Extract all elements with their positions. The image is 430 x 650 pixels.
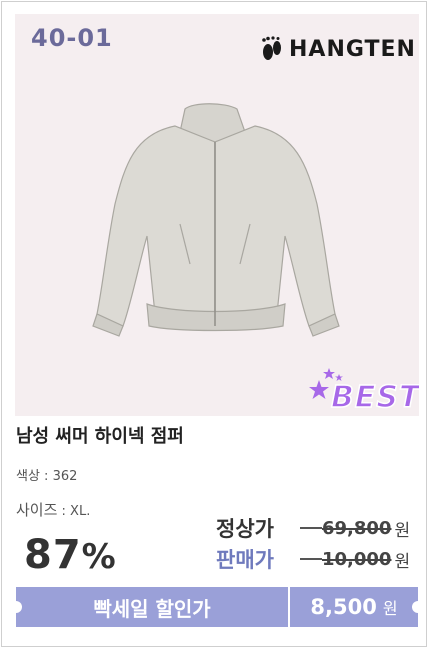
best-badge: BEST	[307, 366, 419, 416]
discount-rate: 87%	[24, 532, 117, 578]
regular-price-row: 정상가 69,800 원	[216, 513, 410, 543]
best-label: BEST	[330, 379, 419, 416]
size-value: : XL.	[57, 504, 91, 519]
size-label: 사이즈	[16, 501, 58, 519]
dash-divider	[300, 558, 322, 560]
promo-amount: 8,500	[310, 595, 377, 619]
sale-price-label: 판매가	[216, 548, 274, 572]
jacket-illustration	[92, 103, 340, 337]
notch-right	[412, 601, 424, 613]
dash-divider	[300, 527, 322, 529]
regular-price-currency: 원	[394, 520, 411, 541]
regular-price-label: 정상가	[216, 517, 274, 541]
product-title[interactable]: 남성 써머 하이넥 점퍼	[16, 422, 184, 448]
promo-price-bar[interactable]: 빡세일 할인가 8,500 원	[10, 587, 424, 627]
promo-label: 빡세일 할인가	[93, 596, 211, 621]
promo-currency: 원	[382, 599, 398, 618]
product-image[interactable]: 40-01 HANGTEN BEST	[15, 14, 419, 416]
promo-price: 8,500 원	[290, 587, 418, 627]
product-size: 사이즈 : XL.	[16, 499, 90, 520]
sale-price-currency: 원	[394, 551, 411, 572]
regular-price: 69,800	[322, 517, 392, 539]
discount-symbol: %	[81, 537, 117, 577]
sale-price-row: 판매가 10,000 원	[216, 544, 410, 574]
discount-value: 87	[24, 532, 82, 578]
product-card[interactable]: 40-01 HANGTEN BEST 남성 써머 하이넥 점퍼 색상: 362…	[1, 1, 427, 647]
product-color: 색상 : 362	[16, 469, 78, 484]
sale-price: 10,000	[322, 548, 392, 570]
